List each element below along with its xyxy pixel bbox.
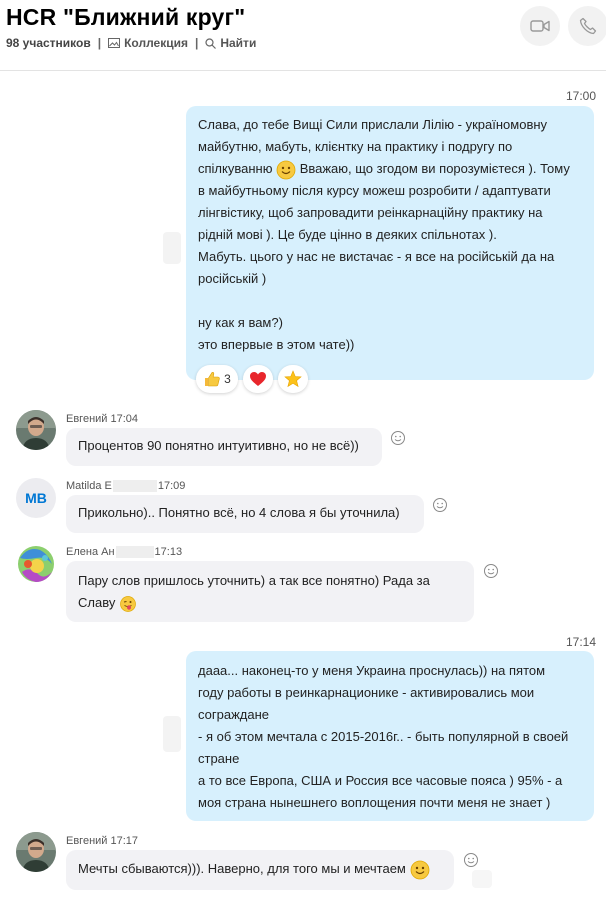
message-hover-placeholder bbox=[163, 232, 181, 264]
chat-title[interactable]: HCR "Ближний круг" bbox=[6, 4, 245, 31]
message-hover-placeholder bbox=[163, 716, 181, 752]
reaction-star[interactable] bbox=[278, 365, 308, 393]
avatar-elena[interactable] bbox=[16, 544, 56, 584]
search-icon bbox=[205, 37, 217, 49]
reaction-thumbs-up[interactable]: 3 bbox=[196, 365, 238, 393]
user-photo-icon bbox=[16, 410, 56, 450]
video-camera-icon bbox=[530, 20, 550, 32]
message-timestamp: 17:14 bbox=[566, 635, 597, 649]
message-text-line: Мечты сбываются))). Наверно, для того мы… bbox=[78, 858, 442, 880]
incoming-message-bubble[interactable]: Мечты сбываются))). Наверно, для того мы… bbox=[66, 850, 454, 890]
message-text-line: это впервые в этом чате)) bbox=[198, 337, 355, 352]
incoming-message-bubble[interactable]: Прикольно).. Понятно всё, но 4 слова я б… bbox=[66, 495, 424, 533]
audio-call-button[interactable] bbox=[568, 6, 606, 46]
add-reaction-smile-icon[interactable] bbox=[483, 563, 499, 579]
message-text-line: Слава, до тебе Вищі Сили прислали Лілію … bbox=[198, 117, 548, 132]
outgoing-message-bubble[interactable]: дааа... наконец-то у меня Украина просну… bbox=[186, 651, 594, 821]
message-text-line: російській ) bbox=[198, 271, 267, 286]
sender-name[interactable]: Евгений bbox=[66, 413, 107, 425]
outgoing-message-bubble[interactable]: Слава, до тебе Вищі Сили прислали Лілію … bbox=[186, 106, 594, 380]
message-text-line: году работы в реинкарнационике - активир… bbox=[198, 685, 535, 700]
message-text-line: спілкуванню Вважаю, що згодом ви порозум… bbox=[198, 158, 582, 180]
user-photo-icon bbox=[16, 832, 56, 872]
heart-icon bbox=[250, 372, 266, 386]
message-text-line: стране bbox=[198, 751, 240, 766]
message-text-line: майбутню, мабуть, клієнтку на практику і… bbox=[198, 139, 513, 154]
chat-header: HCR "Ближний круг" 98 участников | Колле… bbox=[0, 0, 606, 71]
message-sender-line: Евгений 17:17 bbox=[66, 835, 138, 847]
message-text-line: лінгвістику, щоб запровадити реінкарнаці… bbox=[198, 205, 543, 220]
message-text-line: сограждане bbox=[198, 707, 269, 722]
message-timestamp: 17:17 bbox=[110, 835, 139, 847]
message-text-line: в майбутньому після курсу можеш розробит… bbox=[198, 183, 551, 198]
add-reaction-smile-icon[interactable] bbox=[390, 430, 406, 446]
message-timestamp: 17:09 bbox=[157, 480, 186, 492]
add-reaction-smile-icon[interactable] bbox=[432, 497, 448, 513]
avatar-matilda[interactable]: MB bbox=[16, 478, 56, 518]
star-icon bbox=[284, 370, 302, 388]
message-timestamp: 17:04 bbox=[110, 413, 139, 425]
phone-icon bbox=[579, 17, 597, 35]
incoming-message-bubble[interactable]: Пару слов пришлось уточнить) а так все п… bbox=[66, 561, 474, 622]
meta-separator: | bbox=[194, 36, 199, 50]
avatar-evgeniy[interactable] bbox=[16, 410, 56, 450]
message-text-line: ну как я вам?) bbox=[198, 315, 283, 330]
redacted-surname bbox=[115, 546, 154, 559]
message-timestamp: 17:13 bbox=[154, 546, 183, 558]
incoming-message-bubble[interactable]: Процентов 90 понятно интуитивно, но не в… bbox=[66, 428, 382, 466]
tongue-out-emoji-icon bbox=[120, 595, 136, 612]
message-text-line: Славу bbox=[78, 592, 462, 614]
message-text: Процентов 90 понятно интуитивно, но не в… bbox=[78, 438, 359, 453]
user-photo-icon bbox=[16, 544, 56, 584]
message-sender-line: Евгений 17:04 bbox=[66, 413, 138, 425]
reaction-heart[interactable] bbox=[243, 365, 273, 393]
message-hover-placeholder bbox=[472, 870, 492, 888]
gallery-icon bbox=[108, 38, 121, 48]
message-sender-line: Елена Ан 17:13 bbox=[66, 546, 183, 559]
video-call-button[interactable] bbox=[520, 6, 560, 46]
message-timestamp: 17:00 bbox=[566, 89, 597, 103]
collection-link[interactable]: Коллекция bbox=[108, 36, 188, 50]
sender-name[interactable]: Евгений bbox=[66, 835, 107, 847]
sender-name[interactable]: Matilda E bbox=[66, 480, 112, 492]
collection-label: Коллекция bbox=[124, 36, 188, 50]
participants-count[interactable]: 98 участников bbox=[6, 36, 91, 50]
message-text: Прикольно).. Понятно всё, но 4 слова я б… bbox=[78, 505, 400, 520]
redacted-surname bbox=[112, 480, 157, 493]
message-text-line: моя страна нынешнего воплощения почти ме… bbox=[198, 795, 551, 810]
search-label: Найти bbox=[220, 36, 257, 50]
reaction-count: 3 bbox=[224, 372, 231, 386]
message-text-line: Пару слов пришлось уточнить) а так все п… bbox=[78, 573, 430, 588]
message-text-line: - я об этом мечтала с 2015-2016г.. - быт… bbox=[198, 729, 569, 744]
message-text-line: дааа... наконец-то у меня Украина просну… bbox=[198, 663, 546, 678]
chat-meta: 98 участников | Коллекция | Найти bbox=[6, 36, 256, 50]
sender-name[interactable]: Елена Ан bbox=[66, 546, 115, 558]
thumbs-up-icon bbox=[205, 372, 220, 387]
message-text-line: рідній мові ). Це буде цінно в деяких сп… bbox=[198, 227, 497, 242]
avatar-evgeniy[interactable] bbox=[16, 832, 56, 872]
add-reaction-smile-icon[interactable] bbox=[463, 852, 479, 868]
avatar-initials: MB bbox=[25, 490, 47, 506]
meta-separator: | bbox=[97, 36, 102, 50]
search-link[interactable]: Найти bbox=[205, 36, 256, 50]
message-text-line: Мабуть. цього у нас не вистачає - я все … bbox=[198, 249, 555, 264]
message-sender-line: Matilda E 17:09 bbox=[66, 480, 186, 493]
smile-emoji-icon bbox=[276, 160, 296, 179]
message-text-line: а то все Европа, США и Россия все часовы… bbox=[198, 773, 563, 788]
smile-emoji-icon bbox=[410, 860, 429, 879]
